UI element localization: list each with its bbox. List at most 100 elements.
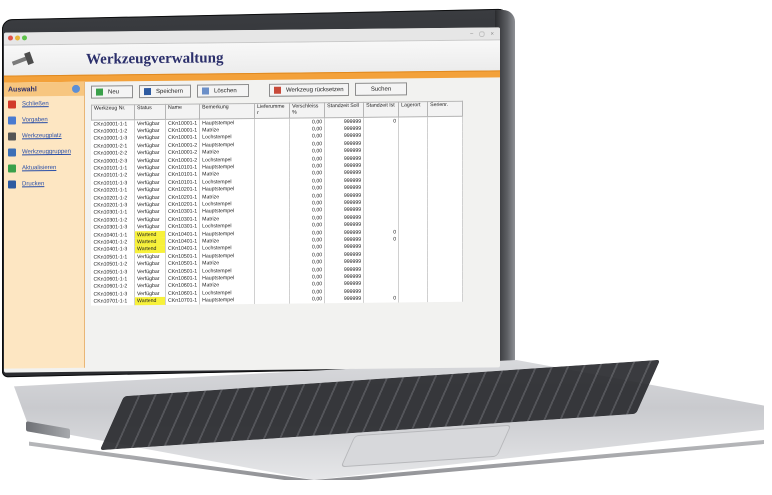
table-cell: 999999	[324, 243, 364, 252]
sidebar-heading: Auswahl	[4, 81, 84, 97]
list-icon	[8, 116, 16, 125]
reset-tool-button[interactable]: Werkzeug rücksetzen	[269, 82, 349, 97]
table-cell: 999999	[324, 125, 364, 134]
table-cell: CKn10501-1	[165, 252, 200, 261]
table-cell: 999999	[324, 250, 364, 259]
hammer-logo-icon	[11, 51, 34, 66]
sidebar-item-0[interactable]: Schließen	[4, 96, 84, 113]
close-icon	[8, 100, 16, 109]
sidebar-item-label: Werkzeuggruppen	[22, 148, 71, 156]
table-cell: 999999	[324, 287, 364, 296]
table-cell: Hauptstempel	[199, 296, 255, 305]
new-label: Neu	[108, 88, 120, 96]
table-cell: CKn10001-1	[165, 126, 200, 135]
main-content: Neu Speichern Löschen Werkzeug rücksetze…	[85, 77, 500, 367]
column-header[interactable]: Werkzeug Nr.	[91, 104, 135, 121]
sidebar-item-label: Drucken	[22, 181, 45, 188]
column-header[interactable]: Name	[165, 104, 200, 120]
table-cell: 999999	[324, 265, 364, 274]
refresh-icon	[8, 164, 16, 173]
window-controls[interactable]: − ▢ ×	[470, 30, 496, 37]
sidebar-item-5[interactable]: Drucken	[4, 176, 84, 193]
table-cell: 999999	[324, 140, 364, 148]
table-cell: 999999	[324, 199, 364, 207]
table-cell: 999999	[324, 154, 364, 163]
column-header[interactable]: Verschleiss %	[289, 102, 325, 119]
table-cell: CKn10001-2	[165, 141, 200, 150]
delete-button[interactable]: Löschen	[197, 84, 249, 98]
window-traffic-lights[interactable]	[8, 34, 29, 42]
sidebar-item-3[interactable]: Werkzeuggruppen	[4, 144, 84, 161]
table-cell: 999999	[324, 132, 364, 141]
table-cell: 0,00	[289, 295, 325, 304]
sidebar-item-4[interactable]: Aktualisieren	[4, 160, 84, 177]
search-icon	[8, 132, 16, 141]
save-button[interactable]: Speichern	[139, 84, 191, 99]
search-label: Suchen	[370, 86, 392, 93]
table-cell: CKn10201-1	[165, 186, 200, 194]
sidebar-item-label: Werkzeugplatz	[22, 132, 62, 140]
table-cell: 999999	[324, 191, 364, 200]
group-icon	[8, 148, 16, 157]
table-cell	[427, 294, 463, 302]
table-cell: 0	[363, 116, 399, 126]
table-cell: CKn10301-1	[165, 215, 200, 224]
reset-icon	[274, 86, 281, 94]
table-cell: 999999	[324, 169, 364, 178]
tool-table: Werkzeug Nr. Status Name Bemerkung Lieferumm…	[91, 100, 464, 306]
new-button[interactable]: Neu	[91, 85, 133, 99]
table-cell: 999999	[324, 117, 364, 126]
collapse-icon[interactable]	[72, 84, 80, 93]
delete-label: Löschen	[214, 87, 237, 94]
sidebar-item-label: Aktualisieren	[22, 165, 57, 172]
table-cell: 0,00	[289, 117, 325, 126]
table-cell: 999999	[324, 147, 364, 156]
column-header[interactable]: Standzeit Ist	[363, 101, 399, 118]
sidebar-item-label: Vorgaben	[22, 117, 48, 124]
save-icon	[144, 88, 151, 96]
delete-icon	[202, 87, 209, 95]
table-cell: CKn10001-2	[165, 156, 200, 165]
column-header[interactable]: Status	[134, 104, 166, 120]
sidebar: Auswahl Schließen Vorgaben Werkzeugplatz We…	[4, 81, 85, 369]
sidebar-heading-label: Auswahl	[8, 85, 37, 94]
table-cell: Wartend	[134, 297, 166, 305]
table-cell	[398, 294, 428, 303]
column-header[interactable]: Lieferumme r	[254, 103, 290, 119]
table-cell: CKn10401-1	[165, 237, 200, 246]
table-cell: CKn10501-1	[165, 267, 200, 276]
column-header[interactable]: Lagerort	[398, 101, 428, 117]
page-title: Werkzeugverwaltung	[86, 49, 224, 68]
table-cell: 999999	[324, 295, 364, 304]
table-cell	[254, 295, 290, 304]
table-cell: 999999	[324, 184, 364, 193]
sidebar-item-1[interactable]: Vorgaben	[4, 112, 84, 129]
table-cell: CKn10301-1	[165, 223, 200, 231]
sidebar-item-2[interactable]: Werkzeugplatz	[4, 128, 84, 145]
table-cell: CKn10001-1	[165, 134, 200, 143]
table-cell: CKn10201-1	[165, 193, 200, 202]
table-cell: 999999	[324, 162, 364, 170]
print-icon	[8, 180, 16, 189]
column-header[interactable]: Standzeit Soll	[324, 102, 364, 118]
column-header[interactable]: Serienr.	[427, 101, 463, 117]
table-cell: CKn10401-1	[165, 245, 200, 253]
table-cell: 999999	[324, 213, 364, 222]
column-header[interactable]: Bemerkung	[199, 103, 255, 120]
table-cell: CKn10001-1	[165, 119, 200, 128]
table-cell: CKn10601-1	[165, 282, 200, 290]
table-cell: CKn10201-1	[165, 200, 200, 209]
search-button[interactable]: Suchen	[355, 82, 407, 96]
table-cell: CKn10701-1-1	[91, 297, 135, 306]
table-cell: 999999	[324, 280, 364, 289]
new-icon	[96, 88, 103, 96]
sidebar-item-label: Schließen	[22, 101, 49, 108]
table-cell: 999999	[324, 236, 364, 244]
table-cell: 999999	[324, 176, 364, 185]
table-cell: CKn10601-1	[165, 289, 200, 298]
table-cell: 0	[363, 294, 399, 303]
table-cell: CKn10101-1	[165, 178, 200, 187]
table-cell: 999999	[324, 228, 364, 237]
table-cell: CKn10001-2	[165, 149, 200, 157]
table-cell: CKn10701-1	[165, 296, 200, 305]
